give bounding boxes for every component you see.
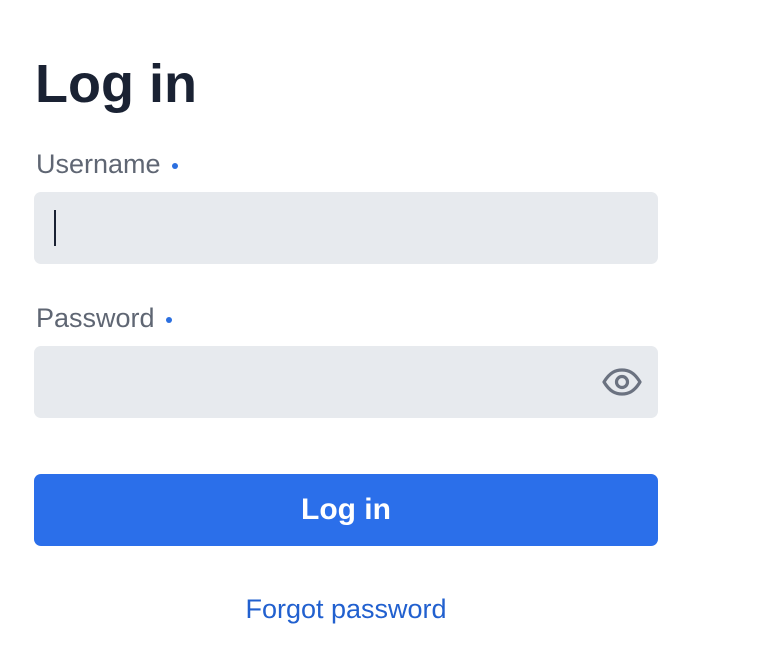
login-button[interactable]: Log in [34,474,658,546]
password-field-container[interactable] [34,346,658,418]
login-page: Log in Username Password Log in Forgot p… [0,0,774,648]
password-label: Password [36,302,172,334]
eye-icon[interactable] [602,367,642,397]
password-label-text: Password [36,303,155,333]
username-label: Username [36,148,178,180]
required-indicator-dot [165,317,172,323]
username-label-text: Username [36,149,161,179]
text-cursor [54,210,56,246]
password-input[interactable] [34,346,658,418]
required-indicator-dot [171,163,178,169]
page-title: Log in [35,54,197,114]
username-field-container[interactable] [34,192,658,264]
forgot-password-link[interactable]: Forgot password [34,590,658,628]
username-input[interactable] [34,192,658,264]
